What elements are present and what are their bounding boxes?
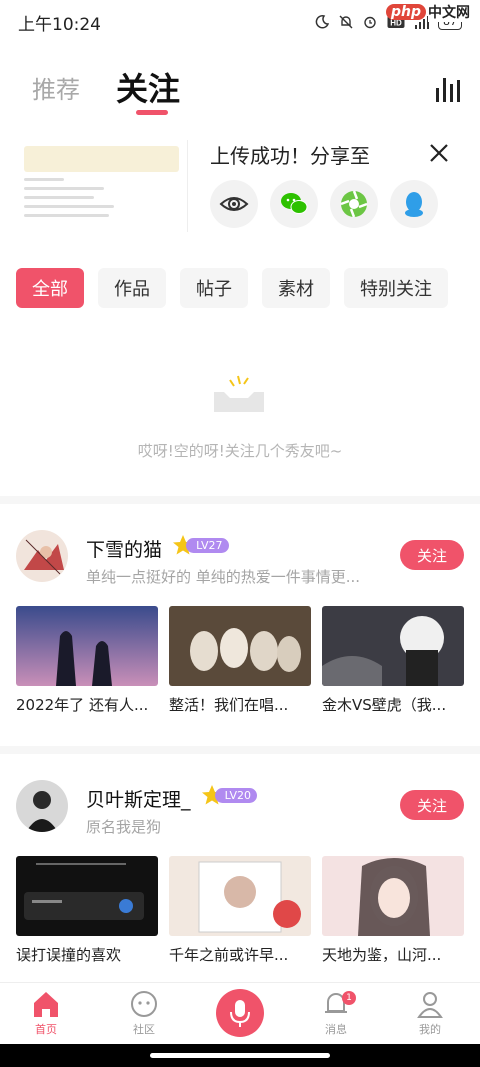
bottom-nav: 首页 社区 1 消息 我的 <box>0 982 480 1044</box>
share-xiuxiu-button[interactable] <box>210 180 258 228</box>
nav-mine-label: 我的 <box>419 1023 441 1036</box>
upload-share-card: 上传成功！分享至 <box>16 140 466 232</box>
moments-icon <box>340 190 368 218</box>
mute-icon <box>338 14 354 30</box>
top-tabs: 推荐 关注 <box>0 60 480 116</box>
status-time: 上午10:24 <box>18 14 101 35</box>
microphone-icon <box>230 1000 250 1027</box>
follow-button[interactable]: 关注 <box>400 540 464 570</box>
section-divider <box>0 746 480 754</box>
nav-messages[interactable]: 1 消息 <box>306 989 366 1037</box>
record-button[interactable] <box>216 989 264 1037</box>
tab-follow[interactable]: 关注 <box>116 64 180 110</box>
community-icon <box>131 991 157 1017</box>
work-title: 误打误撞的喜欢 <box>16 946 122 964</box>
work-card[interactable]: 天地为鉴，山河... <box>322 856 464 965</box>
share-qq-button[interactable] <box>390 180 438 228</box>
tab-recommend[interactable]: 推荐 <box>32 70 80 105</box>
nav-mine[interactable]: 我的 <box>400 989 460 1037</box>
work-thumbnail <box>169 606 311 686</box>
section-divider <box>0 496 480 504</box>
user-description: 原名我是狗 <box>86 818 162 836</box>
level-text: LV20 <box>214 787 258 803</box>
qq-icon <box>405 192 423 217</box>
status-bar: 上午10:24 HD 87 php 中文网 <box>0 0 480 44</box>
work-title: 天地为鉴，山河... <box>322 946 442 964</box>
share-moments-button[interactable] <box>330 180 378 228</box>
share-targets <box>210 180 438 228</box>
nav-home-label: 首页 <box>35 1023 57 1036</box>
upload-thumbnail[interactable] <box>16 140 188 232</box>
work-thumbnail <box>322 856 464 936</box>
home-icon <box>34 992 58 1017</box>
wechat-icon <box>281 193 308 214</box>
work-title: 整活！我们在唱... <box>169 696 289 714</box>
watermark: php 中文网 <box>385 2 470 22</box>
user-name-row: 下雪的猫 LV27 <box>86 534 229 562</box>
work-card[interactable]: 金木VS壁虎（我... <box>322 606 464 715</box>
alarm-icon <box>362 14 378 30</box>
upload-success-title: 上传成功！分享至 <box>210 144 370 168</box>
close-icon[interactable] <box>428 142 450 164</box>
work-card[interactable]: 2022年了 还有人... <box>16 606 158 715</box>
user-name[interactable]: 贝叶斯定理_ <box>86 789 191 811</box>
work-card[interactable]: 千年之前或许早... <box>169 856 311 965</box>
work-title: 2022年了 还有人... <box>16 696 149 714</box>
filter-chips: 全部 作品 帖子 素材 特别关注 <box>16 268 448 308</box>
tab-underline <box>136 110 168 115</box>
filter-posts[interactable]: 帖子 <box>180 268 248 308</box>
gesture-bar <box>0 1044 480 1067</box>
work-title: 金木VS壁虎（我... <box>322 696 447 714</box>
watermark-cn: 中文网 <box>428 2 470 22</box>
user-works: 误打误撞的喜欢 千年之前或许早... 天地为鉴，山河... <box>16 856 464 965</box>
level-text: LV27 <box>186 537 229 553</box>
nav-community-label: 社区 <box>133 1023 155 1036</box>
profile-icon <box>417 992 443 1018</box>
watermark-php: php <box>385 4 426 20</box>
work-thumbnail <box>322 606 464 686</box>
user-works: 2022年了 还有人... 整活！我们在唱... 金木VS壁虎（我... <box>16 606 464 715</box>
work-thumbnail <box>16 606 158 686</box>
work-card[interactable]: 误打误撞的喜欢 <box>16 856 158 965</box>
user-name-row: 贝叶斯定理_ LV20 <box>86 784 258 812</box>
empty-state-text: 哎呀!空的呀!关注几个秀友吧~ <box>137 442 343 460</box>
avatar[interactable] <box>16 530 68 582</box>
work-title: 千年之前或许早... <box>169 946 289 964</box>
work-thumbnail <box>169 856 311 936</box>
nav-home[interactable]: 首页 <box>16 989 76 1037</box>
user-name[interactable]: 下雪的猫 <box>86 539 162 561</box>
filter-materials[interactable]: 素材 <box>262 268 330 308</box>
avatar[interactable] <box>16 780 68 832</box>
level-badge: LV20 <box>201 784 258 806</box>
level-badge: LV27 <box>172 534 229 556</box>
filter-all[interactable]: 全部 <box>16 268 84 308</box>
work-thumbnail <box>16 856 158 936</box>
home-indicator[interactable] <box>150 1053 330 1058</box>
moon-icon <box>314 14 330 30</box>
filter-special-follow[interactable]: 特别关注 <box>344 268 448 308</box>
follow-button[interactable]: 关注 <box>400 790 464 820</box>
ranking-icon[interactable] <box>434 74 462 102</box>
thumbnail-player-bar <box>24 146 179 172</box>
message-badge: 1 <box>342 991 356 1005</box>
user-description: 单纯一点挺好的 单纯的热爱一件事情更... <box>86 568 361 586</box>
empty-box-icon <box>210 372 268 412</box>
eye-icon <box>219 197 249 211</box>
share-wechat-button[interactable] <box>270 180 318 228</box>
nav-messages-label: 消息 <box>325 1023 347 1036</box>
work-card[interactable]: 整活！我们在唱... <box>169 606 311 715</box>
filter-works[interactable]: 作品 <box>98 268 166 308</box>
nav-community[interactable]: 社区 <box>114 989 174 1037</box>
